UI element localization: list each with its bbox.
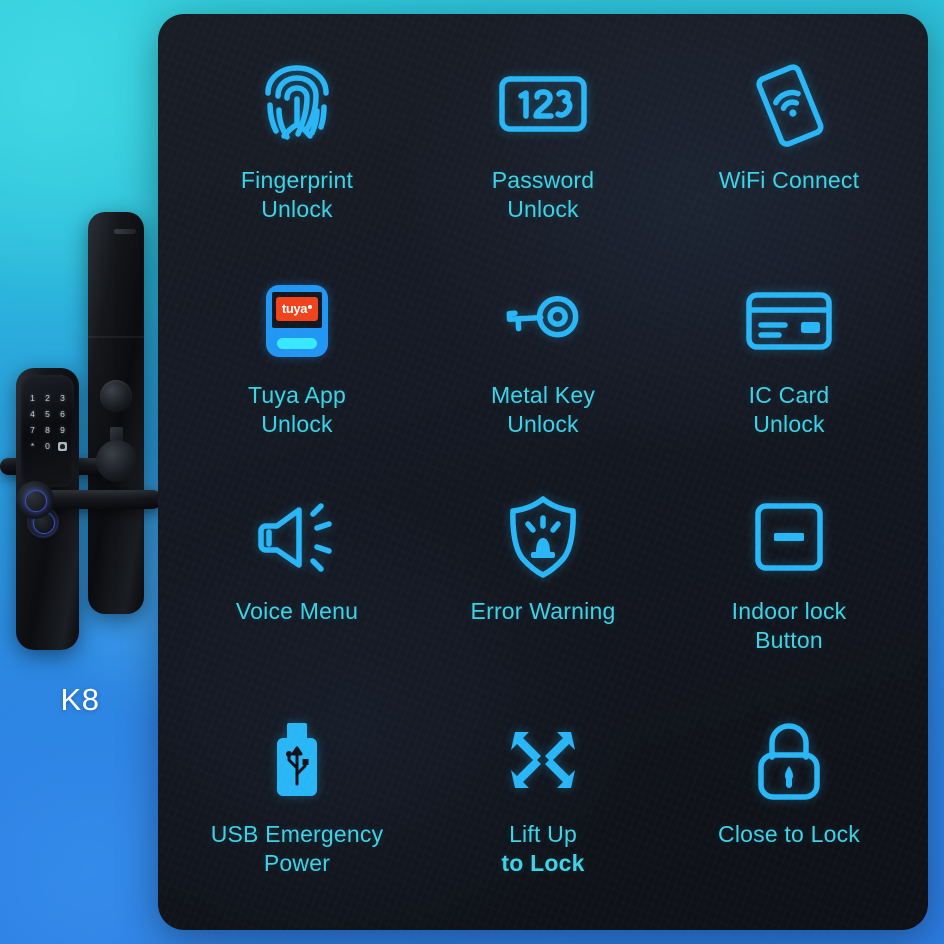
- feature-label: Fingerprint Unlock: [240, 167, 354, 223]
- nfc-marker: [110, 427, 123, 441]
- keypad-key-9: 9: [60, 425, 65, 435]
- keypad-key-7: 7: [30, 425, 35, 435]
- feature-label-line2: to Lock: [501, 849, 585, 876]
- interior-panel: [88, 212, 144, 614]
- feature-indoor-lock-button[interactable]: Indoor lock Button: [666, 473, 912, 692]
- feature-board: Fingerprint Unlock Password Unlock WiFi …: [158, 14, 928, 930]
- feature-password-unlock[interactable]: Password Unlock: [420, 36, 666, 255]
- feature-label: Close to Lock: [718, 820, 860, 847]
- feature-label: Password Unlock: [491, 167, 595, 223]
- doorbell-icon: [58, 442, 67, 451]
- keypad-key-1: 1: [30, 393, 35, 403]
- keypad-key-4: 4: [30, 409, 35, 419]
- keypad-key-8: 8: [45, 425, 50, 435]
- feature-wifi-connect[interactable]: WiFi Connect: [666, 36, 912, 255]
- keypad-123-icon: [498, 58, 588, 154]
- feature-label: Lift Up to Lock: [501, 820, 584, 879]
- handle-hub-interior: [96, 440, 138, 482]
- product-image: 1 2 3 4 5 6 7 8 9 * 0: [0, 190, 175, 660]
- feature-label-line1: Lift Up: [509, 820, 577, 847]
- feature-error-warning[interactable]: Error Warning: [420, 473, 666, 692]
- tuya-logo: tuya: [276, 296, 318, 321]
- feature-label: WiFi Connect: [718, 167, 860, 193]
- keypad-key-6: 6: [60, 409, 65, 419]
- card-icon: [745, 273, 833, 369]
- feature-label: Tuya App Unlock: [248, 381, 346, 437]
- keypad-key-5: 5: [45, 409, 50, 419]
- panel-top-slot: [114, 229, 136, 234]
- feature-ic-card-unlock[interactable]: IC Card Unlock: [666, 255, 912, 474]
- feature-fingerprint-unlock[interactable]: Fingerprint Unlock: [174, 36, 420, 255]
- feature-label: Indoor lock Button: [731, 598, 847, 654]
- keypad: 1 2 3 4 5 6 7 8 9 * 0: [25, 394, 70, 451]
- feature-label: Metal Key Unlock: [490, 381, 596, 437]
- feature-label: Voice Menu: [235, 598, 359, 624]
- padlock-icon: [753, 712, 825, 808]
- key-icon: [503, 273, 583, 369]
- keypad-key-3: 3: [60, 393, 65, 403]
- usb-icon: [273, 712, 321, 808]
- keypad-key-2: 2: [45, 393, 50, 403]
- feature-metal-key-unlock[interactable]: Metal Key Unlock: [420, 255, 666, 474]
- tuya-bottom-pill: [277, 337, 317, 349]
- feature-close-to-lock[interactable]: Close to Lock: [666, 692, 912, 911]
- feature-tuya-app-unlock[interactable]: tuya Tuya App Unlock: [174, 255, 420, 474]
- feature-grid: Fingerprint Unlock Password Unlock WiFi …: [158, 14, 928, 930]
- tuya-app-icon: tuya: [266, 273, 328, 369]
- square-minus-icon: [753, 489, 825, 585]
- keypad-key-star: *: [30, 441, 35, 451]
- thumb-turn-knob: [100, 380, 132, 412]
- panel-seam: [88, 336, 144, 338]
- feature-lift-up-to-lock[interactable]: Lift Up to Lock: [420, 692, 666, 911]
- shield-alarm-icon: [505, 489, 581, 585]
- keypad-key-0: 0: [45, 441, 50, 451]
- tuya-wordmark: tuya: [281, 300, 308, 316]
- tuya-logo-dot: [308, 304, 313, 309]
- feature-label: Error Warning: [470, 598, 616, 624]
- feature-label: USB Emergency Power: [210, 820, 384, 876]
- tuya-screen: tuya: [272, 291, 322, 328]
- infographic-canvas: 1 2 3 4 5 6 7 8 9 * 0 K8 Fingerprint Unl…: [0, 0, 944, 944]
- product-model-label: K8: [60, 682, 100, 717]
- fingerprint-icon: [260, 58, 334, 154]
- arrows-inward-icon: [505, 712, 581, 808]
- handle-hub-exterior: [16, 481, 54, 519]
- speaker-icon: [255, 489, 339, 585]
- phone-wifi-icon: [747, 58, 831, 154]
- feature-voice-menu[interactable]: Voice Menu: [174, 473, 420, 692]
- feature-usb-emergency-power[interactable]: USB Emergency Power: [174, 692, 420, 911]
- feature-label: IC Card Unlock: [748, 381, 830, 437]
